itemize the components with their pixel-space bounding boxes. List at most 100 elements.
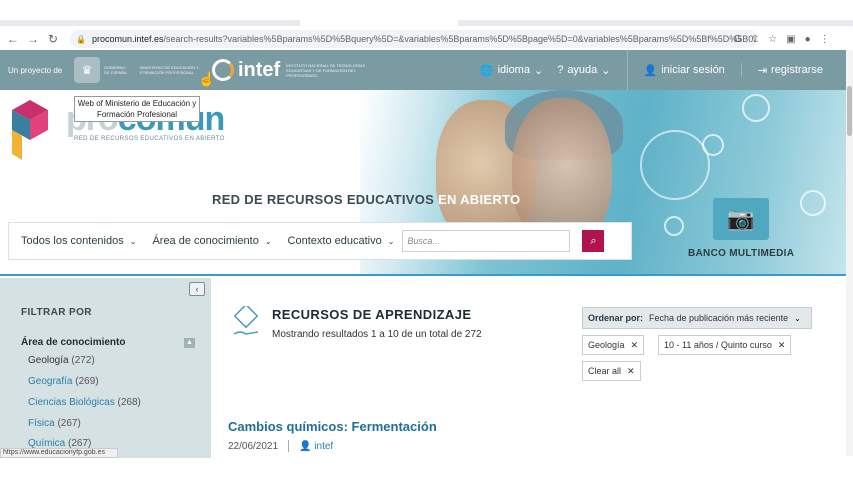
- chevron-down-icon: ⌄: [264, 236, 272, 246]
- globe-graphic: [640, 130, 710, 200]
- chip-label: Clear all: [588, 366, 622, 376]
- search-icon: ⌕: [590, 234, 597, 247]
- node-graphic: [664, 216, 684, 236]
- category-item[interactable]: Geografía (269): [28, 376, 99, 387]
- category-item[interactable]: Geología (272): [28, 355, 95, 366]
- url-path: /search-results?variables%5Bparams%5D%5B…: [163, 34, 758, 44]
- url-host: procomun.intef.es: [91, 34, 164, 44]
- area-label: Área de conocimiento: [152, 235, 259, 247]
- sort-label: Ordenar por:: [588, 313, 644, 323]
- banco-multimedia-link[interactable]: BANCO MULTIMEDIA: [688, 248, 794, 259]
- idioma-label: idioma: [497, 64, 530, 76]
- chevron-down-icon: ⌄: [387, 236, 395, 246]
- user-icon: 👤: [643, 64, 658, 77]
- tab-bar-segment: [458, 20, 853, 26]
- tab-strip: [0, 0, 853, 28]
- category-item[interactable]: Ciencias Biológicas (268): [28, 397, 141, 408]
- sort-select[interactable]: Ordenar por: Fecha de publicación más re…: [582, 307, 812, 329]
- share-icon[interactable]: ⇪: [751, 34, 759, 45]
- menu-icon[interactable]: ⋮: [820, 34, 830, 45]
- profile-icon[interactable]: ●: [805, 34, 811, 45]
- hand-cursor-icon: ☝: [198, 71, 216, 87]
- register-button[interactable]: ⇥ registrarse: [758, 64, 823, 77]
- help-icon: ?: [557, 64, 564, 76]
- area-dropdown[interactable]: Área de conocimiento ⌄: [152, 235, 271, 247]
- category-name: Ciencias Biológicas: [28, 397, 115, 408]
- divider: [288, 440, 290, 452]
- login-arrow-icon: ⇥: [757, 64, 768, 77]
- page-scrollbar[interactable]: [846, 50, 853, 456]
- article-meta: 22/06/2021 👤 intef: [228, 440, 333, 452]
- close-icon[interactable]: ✕: [631, 340, 639, 351]
- address-bar[interactable]: 🔒 procomun.intef.es /search-results?vari…: [70, 30, 758, 48]
- category-count: (269): [75, 376, 99, 387]
- contenidos-dropdown[interactable]: Todos los contenidos ⌄: [21, 235, 136, 247]
- author-name: intef: [314, 440, 334, 452]
- recursos-icon: [233, 306, 259, 335]
- government-shield-icon[interactable]: ♛: [74, 57, 100, 83]
- login-button[interactable]: 👤 iniciar sesión: [644, 64, 725, 77]
- status-url: https://www.educacionyfp.gob.es: [0, 448, 118, 458]
- chip-label: Geología: [588, 340, 625, 350]
- site-header-bar: Un proyecto de ♛ GOBIERNO DE ESPAÑA MINI…: [0, 50, 853, 90]
- category-name: Geografía: [28, 376, 73, 387]
- category-count: (272): [71, 355, 95, 366]
- article-title-link[interactable]: Cambios químicos: Fermentación: [228, 419, 437, 434]
- intef-wordmark: intef: [238, 58, 281, 81]
- star-icon[interactable]: ☆: [768, 34, 777, 45]
- logo-subtitle: RED DE RECURSOS EDUCATIVOS EN ABIERTO: [74, 136, 225, 142]
- share-node-icon: [742, 94, 770, 122]
- category-name: Física: [28, 418, 55, 429]
- chevron-down-icon: ⌄: [129, 236, 137, 246]
- ayuda-button[interactable]: ? ayuda ⌄: [557, 64, 610, 77]
- search-button[interactable]: ⌕: [582, 230, 605, 252]
- results-title: RECURSOS DE APRENDIZAJE: [272, 307, 472, 322]
- divider: [740, 63, 742, 77]
- google-icon[interactable]: G: [734, 34, 742, 45]
- sidepanel-icon[interactable]: ▣: [786, 34, 795, 45]
- tooltip: Web of Ministerio de Educación y Formaci…: [74, 96, 200, 122]
- scrollbar-thumb[interactable]: [847, 86, 852, 136]
- page-bottom: [0, 458, 853, 480]
- ayuda-label: ayuda: [567, 64, 598, 76]
- filter-chip[interactable]: Geología ✕: [582, 335, 645, 355]
- collapse-area-icon[interactable]: ▲: [184, 338, 195, 348]
- hero-title: RED DE RECURSOS EDUCATIVOS EN ABIERTO: [212, 192, 520, 207]
- reload-icon[interactable]: ↻: [43, 32, 63, 46]
- collapse-sidebar-button[interactable]: ‹: [189, 282, 205, 296]
- filter-chip[interactable]: 10 - 11 años / Quinto curso ✕: [658, 335, 792, 355]
- area-heading: Área de conocimiento: [21, 337, 126, 348]
- category-name: Geología: [28, 355, 69, 366]
- filtrar-heading: FILTRAR POR: [21, 307, 92, 318]
- search-input[interactable]: Busca...: [402, 230, 571, 252]
- clear-all-button[interactable]: Clear all ✕: [582, 361, 641, 381]
- chevron-down-icon: ⌄: [601, 64, 611, 77]
- lock-icon: 🔒: [76, 34, 86, 44]
- node-graphic: [702, 134, 724, 156]
- close-icon[interactable]: ✕: [627, 366, 635, 377]
- category-item[interactable]: Física (267): [28, 418, 81, 429]
- idioma-button[interactable]: 🌐 idioma ⌄: [480, 64, 543, 77]
- register-label: registrarse: [771, 64, 823, 76]
- ministerio-text[interactable]: MINISTERIO DE EDUCACIÓN Y FORMACIÓN PROF…: [140, 65, 200, 75]
- back-icon[interactable]: ←: [3, 32, 23, 46]
- globe-icon: 🌐: [479, 64, 494, 77]
- forward-icon[interactable]: →: [23, 32, 43, 46]
- contexto-dropdown[interactable]: Contexto educativo ⌄: [288, 235, 395, 247]
- filter-sidebar: ‹ FILTRAR POR Área de conocimiento ▲ Geo…: [0, 278, 211, 458]
- browser-actions: G ⇪ ☆ ▣ ● ⋮: [734, 30, 830, 48]
- proyecto-label: Un proyecto de: [8, 65, 63, 75]
- chevron-down-icon: ⌄: [794, 313, 801, 323]
- intef-logo[interactable]: intef INSTITUTO NACIONAL DE TECNOLOGÍAS …: [212, 59, 366, 82]
- close-icon[interactable]: ✕: [778, 340, 786, 351]
- article-author-link[interactable]: 👤 intef: [299, 441, 333, 452]
- hero-title-a: RED DE RECURSOS EDUCATIVOS: [212, 192, 438, 207]
- camera-icon[interactable]: 📷: [713, 198, 769, 240]
- tab-bar-segment: [0, 20, 300, 26]
- chip-label: 10 - 11 años / Quinto curso: [664, 340, 772, 350]
- contexto-label: Contexto educativo: [287, 235, 382, 247]
- header-actions: 🌐 idioma ⌄ ? ayuda ⌄ 👤 iniciar sesión ⇥ …: [480, 50, 823, 90]
- procomun-cube-icon[interactable]: [12, 100, 48, 160]
- hero-title-b: EN ABIERTO: [438, 192, 521, 207]
- divider: [626, 50, 628, 90]
